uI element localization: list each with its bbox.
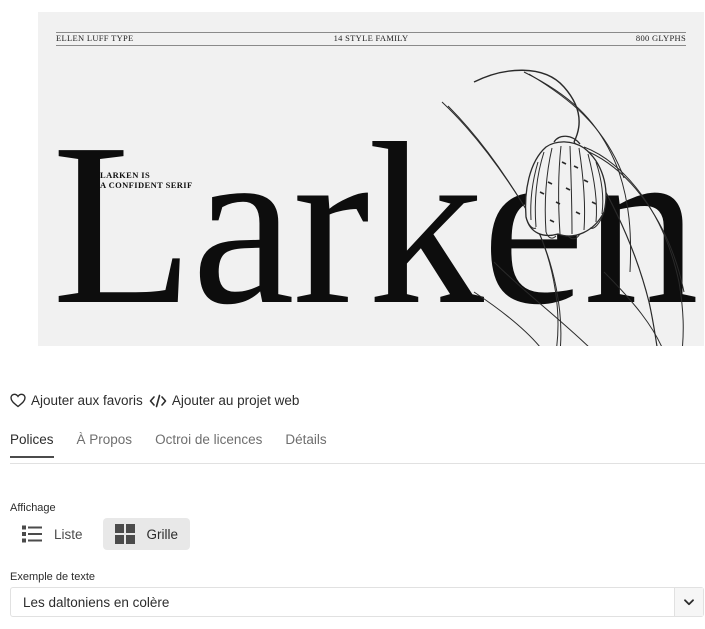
sample-text-label: Exemple de texte: [10, 571, 95, 583]
chevron-down-icon[interactable]: [674, 588, 703, 616]
tabs-divider: [10, 463, 705, 464]
grid-view-label: Grille: [146, 526, 179, 542]
font-tabs: Polices À Propos Octroi de licences Déta…: [10, 432, 705, 458]
view-mode-label: Affichage: [10, 502, 56, 514]
code-icon: [149, 394, 167, 407]
specimen-glyph-count: 800 GLYPHS: [635, 33, 686, 43]
specimen-tagline-line2: A CONFIDENT SERIF: [100, 180, 193, 190]
list-view-button[interactable]: Liste: [10, 518, 95, 550]
sample-text-value: Les daltoniens en colère: [23, 594, 170, 610]
specimen-tagline: LARKEN IS A CONFIDENT SERIF: [100, 170, 193, 190]
list-icon: [22, 525, 42, 543]
heart-icon: [10, 393, 26, 408]
add-to-favorites-button[interactable]: Ajouter aux favoris: [10, 393, 143, 408]
sample-text-select[interactable]: Les daltoniens en colère: [10, 587, 704, 617]
tab-a-propos[interactable]: À Propos: [77, 432, 133, 457]
specimen-tagline-line1: LARKEN IS: [100, 170, 151, 180]
list-view-label: Liste: [54, 526, 83, 542]
add-to-web-project-label: Ajouter au projet web: [171, 393, 300, 408]
add-to-favorites-label: Ajouter aux favoris: [31, 393, 143, 408]
grid-icon: [114, 524, 135, 544]
font-actions: Ajouter aux favoris Ajouter au projet we…: [10, 393, 299, 408]
specimen-style-count: 14 STYLE FAMILY: [333, 33, 409, 43]
flower-illustration: [441, 69, 685, 346]
view-mode-switch: Liste Grille: [10, 518, 191, 550]
tab-octroi-de-licences[interactable]: Octroi de licences: [155, 432, 262, 457]
tab-details[interactable]: Détails: [285, 432, 326, 457]
grid-view-button[interactable]: Grille: [102, 518, 191, 550]
tab-polices[interactable]: Polices: [10, 432, 54, 458]
specimen-bottom-rule: [56, 45, 686, 46]
font-specimen-image: ELLEN LUFF TYPE 14 STYLE FAMILY 800 GLYP…: [38, 12, 704, 346]
add-to-web-project-button[interactable]: Ajouter au projet web: [149, 393, 300, 408]
